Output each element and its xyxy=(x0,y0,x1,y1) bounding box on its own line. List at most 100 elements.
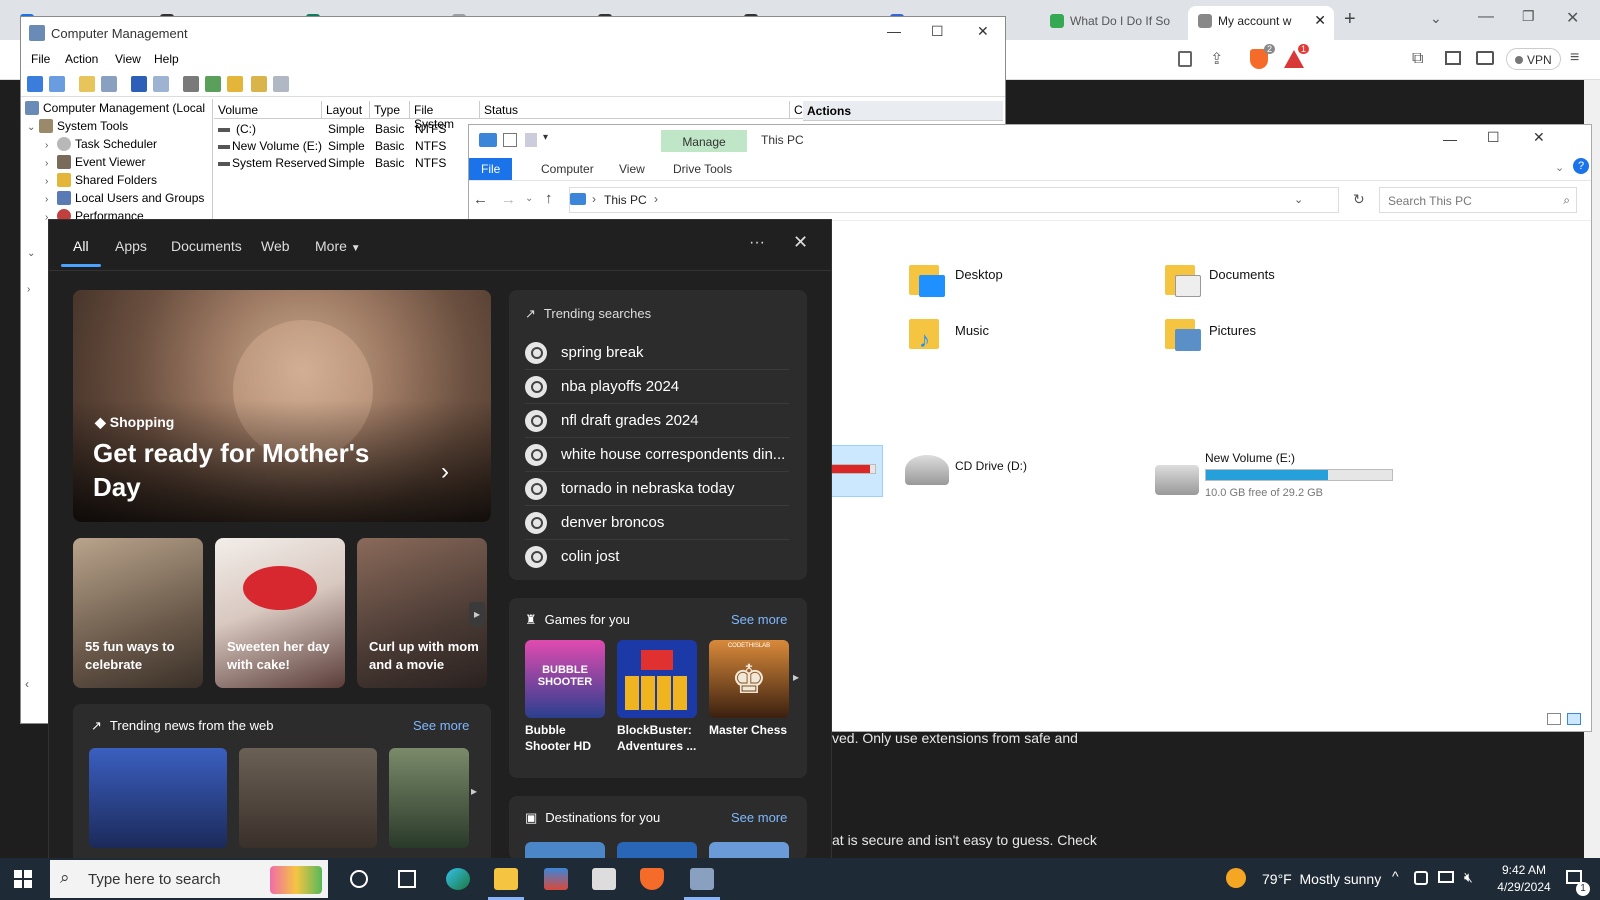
trending-item[interactable]: nba playoffs 2024 xyxy=(525,370,789,404)
address-dropdown-icon[interactable]: ⌄ xyxy=(1294,193,1303,206)
edge-browser-icon[interactable] xyxy=(446,868,470,890)
forward-arrow-icon[interactable]: → xyxy=(501,191,516,208)
share-icon[interactable]: ⇪ xyxy=(1210,49,1223,69)
cd-drive-label[interactable]: CD Drive (D:) xyxy=(955,459,1027,473)
cards-next-arrow-icon[interactable]: ▸ xyxy=(469,602,485,626)
sidebar-icon[interactable] xyxy=(1445,51,1461,65)
chevron-right-icon[interactable]: › xyxy=(45,176,57,187)
clock-date[interactable]: 4/29/2024 xyxy=(1486,880,1562,894)
weather-sun-icon[interactable] xyxy=(1226,868,1246,888)
folder-music[interactable]: Music xyxy=(955,323,989,338)
hero-next-chevron-icon[interactable]: › xyxy=(441,458,449,486)
documents-folder-icon[interactable] xyxy=(1165,261,1201,297)
trending-item[interactable]: spring break xyxy=(525,336,789,370)
new-volume-label[interactable]: New Volume (E:) xyxy=(1205,451,1295,465)
tree-item-system-tools[interactable]: ⌄ System Tools xyxy=(27,119,128,137)
chevron-right-icon[interactable]: › xyxy=(45,140,57,151)
help-icon[interactable] xyxy=(131,76,147,92)
volume-muted-icon[interactable]: 🔇︎ xyxy=(1464,869,1473,886)
file-explorer-icon[interactable] xyxy=(494,868,518,890)
chevron-right-icon[interactable]: › xyxy=(27,284,39,295)
browser-tab-my-account[interactable]: My account w ✕ xyxy=(1188,6,1334,40)
menu-file[interactable]: File xyxy=(31,52,50,66)
tree-item-task-scheduler[interactable]: › Task Scheduler xyxy=(45,137,157,155)
new-folder-quick-icon[interactable] xyxy=(525,133,537,147)
game-name[interactable]: BlockBuster: Adventures ... xyxy=(617,722,703,754)
new-tab-icon[interactable]: + xyxy=(1344,8,1356,31)
trending-item[interactable]: nfl draft grades 2024 xyxy=(525,404,789,438)
ribbon-expand-chevron-icon[interactable]: ⌄ xyxy=(1555,161,1564,174)
meet-now-icon[interactable] xyxy=(1414,871,1428,885)
address-box[interactable]: › This PC › ⌄ xyxy=(569,187,1339,213)
close-search-icon[interactable]: ✕ xyxy=(793,232,808,253)
weather-text[interactable]: 79°F Mostly sunny xyxy=(1262,871,1381,887)
folder-desktop[interactable]: Desktop xyxy=(955,267,1003,282)
search-tab-all[interactable]: All xyxy=(73,238,89,254)
ribbon-tab-drive-tools[interactable]: Drive Tools xyxy=(661,158,744,180)
explorer-minimize-icon[interactable]: — xyxy=(1443,131,1457,147)
cm-minimize-icon[interactable]: — xyxy=(887,23,901,39)
chevron-right-icon[interactable]: › xyxy=(45,158,57,169)
tree-item-local-users[interactable]: › Local Users and Groups xyxy=(45,191,204,209)
back-arrow-icon[interactable] xyxy=(27,76,43,92)
tree-item-computer-management[interactable]: Computer Management (Local xyxy=(25,101,205,119)
more-options-icon[interactable]: ··· xyxy=(749,234,765,252)
manage-contextual-tab[interactable]: Manage xyxy=(661,130,747,152)
trending-item[interactable]: white house correspondents din... xyxy=(525,438,789,472)
card-sweeten-her-day[interactable]: Sweeten her day with cake! xyxy=(215,538,345,688)
ribbon-tab-computer[interactable]: Computer xyxy=(529,158,606,180)
menu-action[interactable]: Action xyxy=(65,52,98,66)
computer-management-taskbar-icon[interactable] xyxy=(690,868,714,890)
forward-arrow-icon[interactable] xyxy=(49,76,65,92)
menu-view[interactable]: View xyxy=(115,52,141,66)
network-icon[interactable] xyxy=(1438,871,1454,883)
ribbon-tab-file[interactable]: File xyxy=(469,158,513,180)
cm-title-bar[interactable]: Computer Management — ☐ ✕ xyxy=(21,17,1005,49)
news-next-arrow-icon[interactable]: ▸ xyxy=(471,784,477,798)
column-status[interactable]: Status xyxy=(480,101,790,119)
recent-locations-icon[interactable]: ⌄ xyxy=(525,193,533,204)
game-tile-master-chess[interactable]: CODETHISLAB ♚ xyxy=(709,640,789,718)
large-icons-view-icon[interactable] xyxy=(1567,713,1581,725)
tree-item-collapsed[interactable]: › xyxy=(27,281,39,299)
breadcrumb-this-pc[interactable]: This PC xyxy=(604,193,647,207)
trending-item[interactable]: denver broncos xyxy=(525,506,789,540)
vpn-button[interactable]: VPN xyxy=(1506,48,1561,70)
search-tab-web[interactable]: Web xyxy=(261,238,290,254)
tree-item-collapsed[interactable]: ⌄ xyxy=(27,245,39,263)
show-hidden-icons-icon[interactable]: ^ xyxy=(1392,868,1399,884)
folder-up-icon[interactable] xyxy=(227,76,243,92)
search-folder-icon[interactable] xyxy=(251,76,267,92)
chevron-down-icon[interactable]: ⌄ xyxy=(27,122,39,133)
tab-search-chevron-icon[interactable]: ⌄ xyxy=(1430,10,1442,27)
games-next-arrow-icon[interactable]: ▸ xyxy=(793,670,799,684)
brave-browser-icon[interactable] xyxy=(640,868,664,890)
hero-card-mothers-day[interactable]: ◆ Shopping Get ready for Mother's Day › xyxy=(73,290,491,522)
cm-close-icon[interactable]: ✕ xyxy=(977,23,989,40)
search-tab-documents[interactable]: Documents xyxy=(171,238,242,254)
properties-icon[interactable] xyxy=(153,76,169,92)
chevron-right-icon[interactable]: › xyxy=(45,194,57,205)
chevron-down-icon[interactable]: ⌄ xyxy=(27,248,39,259)
cd-drive-icon[interactable] xyxy=(905,455,949,485)
game-name[interactable]: Bubble Shooter HD xyxy=(525,722,605,754)
explorer-search-input[interactable]: Search This PC ⌕ xyxy=(1379,187,1577,213)
folder-pictures[interactable]: Pictures xyxy=(1209,323,1256,338)
quick-access-dropdown-icon[interactable]: ▾ xyxy=(543,132,548,143)
column-volume[interactable]: Volume xyxy=(214,101,322,119)
card-fun-ways[interactable]: 55 fun ways to celebrate xyxy=(73,538,203,688)
checkmark-icon[interactable] xyxy=(205,76,221,92)
news-see-more-link[interactable]: See more xyxy=(413,718,469,733)
back-arrow-icon[interactable]: ← xyxy=(473,191,488,208)
browser-restore-icon[interactable]: ❐ xyxy=(1522,8,1535,25)
news-thumbnail[interactable] xyxy=(89,748,227,848)
explorer-maximize-icon[interactable]: ☐ xyxy=(1487,129,1500,146)
browser-minimize-icon[interactable]: — xyxy=(1478,8,1494,26)
tree-item-event-viewer[interactable]: › Event Viewer xyxy=(45,155,145,173)
trending-item[interactable]: tornado in nebraska today xyxy=(525,472,789,506)
news-thumbnail[interactable] xyxy=(239,748,377,848)
scroll-left-icon[interactable]: ‹ xyxy=(25,677,43,693)
pictures-folder-icon[interactable] xyxy=(1165,315,1201,351)
card-curl-up-movie[interactable]: Curl up with mom and a movie xyxy=(357,538,487,688)
column-file-system[interactable]: File System xyxy=(410,101,480,131)
